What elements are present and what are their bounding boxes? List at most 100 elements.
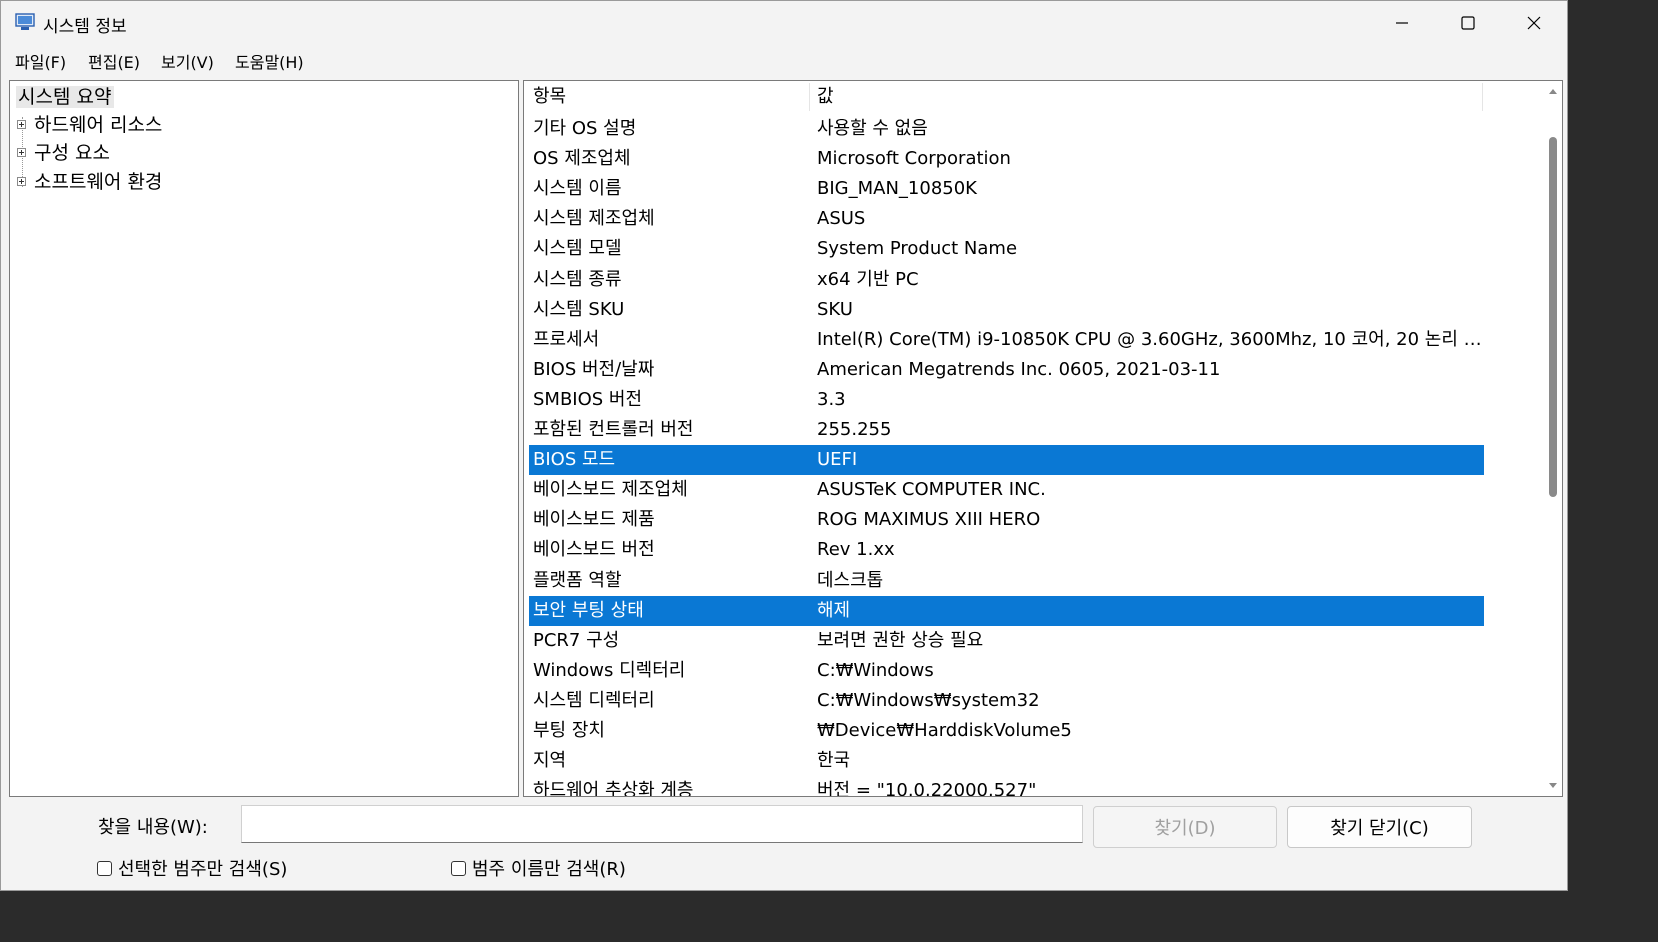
checkbox-label: 선택한 범주만 검색(S) [118,859,288,880]
list-row[interactable]: BIOS 버전/날짜 American Megatrends Inc. 0605,… [529,355,1484,385]
row-value-cell: 보려면 권한 상승 필요 [817,629,984,651]
find-button[interactable]: 찾기(D) [1093,806,1277,848]
tree-item-software-environment[interactable]: 소프트웨어 환경 [10,168,310,196]
list-row[interactable]: 지역 한국 [529,746,1484,776]
list-row[interactable]: 베이스보드 제조업체 ASUSTeK COMPUTER INC. [529,475,1484,505]
find-what-input[interactable] [241,805,1083,843]
maximize-button[interactable] [1435,1,1501,45]
column-divider[interactable] [1482,83,1483,111]
menu-bar: 파일(F) 편집(E) 보기(V) 도움말(H) [1,45,1567,75]
list-row[interactable]: 시스템 SKU SKU [529,295,1484,325]
close-find-button-label: 찾기 닫기(C) [1330,818,1429,839]
menu-view[interactable]: 보기(V) [161,49,214,73]
list-row[interactable]: Windows 디렉터리 C:₩Windows [529,656,1484,686]
tree-item-label: 소프트웨어 환경 [34,171,163,193]
expand-icon[interactable] [17,148,26,157]
search-category-names-checkbox[interactable]: 범주 이름만 검색(R) [451,856,626,880]
row-value-cell: 255.255 [817,419,892,440]
expand-icon[interactable] [17,120,26,129]
row-value-cell: American Megatrends Inc. 0605, 2021-03-1… [817,358,1221,380]
details-list[interactable]: 항목 값 기타 OS 설명 사용할 수 없음 OS 제조업체 Microsoft Co… [523,80,1563,797]
row-value-cell: x64 기반 PC [817,268,919,290]
row-item-cell: 시스템 모델 [533,238,622,260]
list-row[interactable]: 시스템 이름 BIG_MAN_10850K [529,174,1484,204]
close-icon [1527,16,1541,30]
tree-item-components[interactable]: 구성 요소 [10,139,310,167]
list-row[interactable]: 시스템 종류 x64 기반 PC [529,265,1484,295]
list-row[interactable]: PCR7 구성 보려면 권한 상승 필요 [529,626,1484,656]
row-value-cell: ASUSTeK COMPUTER INC. [817,479,1046,501]
system-info-app-icon [15,13,35,30]
row-item-cell: 베이스보드 제품 [533,509,655,531]
find-button-label: 찾기(D) [1154,818,1216,839]
list-row[interactable]: 베이스보드 제품 ROG MAXIMUS XIII HERO [529,505,1484,535]
category-tree[interactable]: 시스템 요약 하드웨어 리소스 구성 요소 소프트웨어 환경 [9,80,519,797]
list-row[interactable]: 시스템 디렉터리 C:₩Windows₩system32 [529,686,1484,716]
system-info-window: 시스템 정보 파일(F) 편집(E) 보기(V) 도움말(H) 시스템 요약 하… [0,0,1568,891]
list-row[interactable]: BIOS 모드 UEFI [529,445,1484,476]
list-row[interactable]: 시스템 제조업체 ASUS [529,204,1484,234]
row-item-cell: 지역 [533,750,567,772]
close-find-button[interactable]: 찾기 닫기(C) [1287,806,1472,848]
row-item-cell: 베이스보드 제조업체 [533,479,688,501]
row-item-cell: 시스템 디렉터리 [533,689,655,711]
row-value-cell: ₩Device₩HarddiskVolume5 [817,720,1072,741]
maximize-icon [1461,16,1475,30]
menu-help[interactable]: 도움말(H) [235,49,304,73]
row-value-cell: Rev 1.xx [817,539,895,561]
row-item-cell: 프로세서 [533,328,600,350]
close-button[interactable] [1501,1,1567,45]
checkbox-box[interactable] [451,860,466,876]
row-value-cell: Intel(R) Core(TM) i9-10850K CPU @ 3.60GH… [817,328,1482,350]
expand-icon[interactable] [17,177,26,186]
column-header-item[interactable]: 항목 [533,81,566,113]
row-item-cell: PCR7 구성 [533,629,620,651]
scroll-up-icon[interactable] [1548,87,1558,95]
list-row[interactable]: 부팅 장치 ₩Device₩HarddiskVolume5 [529,716,1484,746]
tree-item-label: 시스템 요약 [16,86,115,108]
row-value-cell: 3.3 [817,388,846,410]
row-item-cell: BIOS 모드 [533,449,616,471]
column-divider[interactable] [809,83,810,111]
checkbox-box[interactable] [97,860,112,876]
row-value-cell: SKU [817,298,853,320]
row-value-cell: ROG MAXIMUS XIII HERO [817,509,1041,531]
row-item-cell: SMBIOS 버전 [533,388,643,410]
list-row[interactable]: 하드웨어 추상화 계층 버전 = "10.0.22000.527" [529,776,1484,796]
title-bar[interactable]: 시스템 정보 [1,1,1567,45]
row-value-cell: C:₩Windows [817,659,934,681]
list-row[interactable]: 포함된 컨트롤러 버전 255.255 [529,415,1484,445]
row-value-cell: C:₩Windows₩system32 [817,689,1040,711]
find-what-label: 찾을 내용(W): [98,817,208,838]
minimize-button[interactable] [1369,1,1435,45]
list-row[interactable]: SMBIOS 버전 3.3 [529,385,1484,415]
row-value-cell: ASUS [817,208,866,230]
tree-item-system-summary[interactable]: 시스템 요약 [16,83,115,111]
row-item-cell: 베이스보드 버전 [533,539,655,561]
vertical-scrollbar[interactable] [1544,81,1562,796]
menu-file[interactable]: 파일(F) [15,49,66,73]
window-title: 시스템 정보 [43,17,127,37]
list-row[interactable]: 기타 OS 설명 사용할 수 없음 [529,114,1484,144]
list-row[interactable]: 플랫폼 역할 데스크톱 [529,566,1484,596]
minimize-icon [1396,22,1408,24]
list-row[interactable]: 프로세서 Intel(R) Core(TM) i9-10850K CPU @ 3.… [529,325,1484,355]
tree-item-hardware-resources[interactable]: 하드웨어 리소스 [10,111,310,139]
list-row[interactable]: OS 제조업체 Microsoft Corporation [529,144,1484,174]
row-item-cell: 시스템 SKU [533,298,625,320]
row-value-cell: 해제 [817,599,851,621]
list-row[interactable]: 시스템 모델 System Product Name [529,234,1484,264]
tree-item-label: 구성 요소 [34,142,110,164]
row-item-cell: 보안 부팅 상태 [533,599,644,621]
row-item-cell: 시스템 종류 [533,268,622,290]
list-row[interactable]: 베이스보드 버전 Rev 1.xx [529,535,1484,565]
scroll-down-icon[interactable] [1548,782,1558,790]
row-item-cell: 시스템 이름 [533,178,622,200]
scrollbar-thumb[interactable] [1549,137,1557,497]
row-value-cell: Microsoft Corporation [817,148,1011,170]
row-value-cell: 한국 [817,750,851,772]
search-selected-category-checkbox[interactable]: 선택한 범주만 검색(S) [97,856,287,880]
menu-edit[interactable]: 편집(E) [88,49,140,73]
list-row[interactable]: 보안 부팅 상태 해제 [529,595,1484,626]
column-header-value[interactable]: 값 [817,81,834,113]
